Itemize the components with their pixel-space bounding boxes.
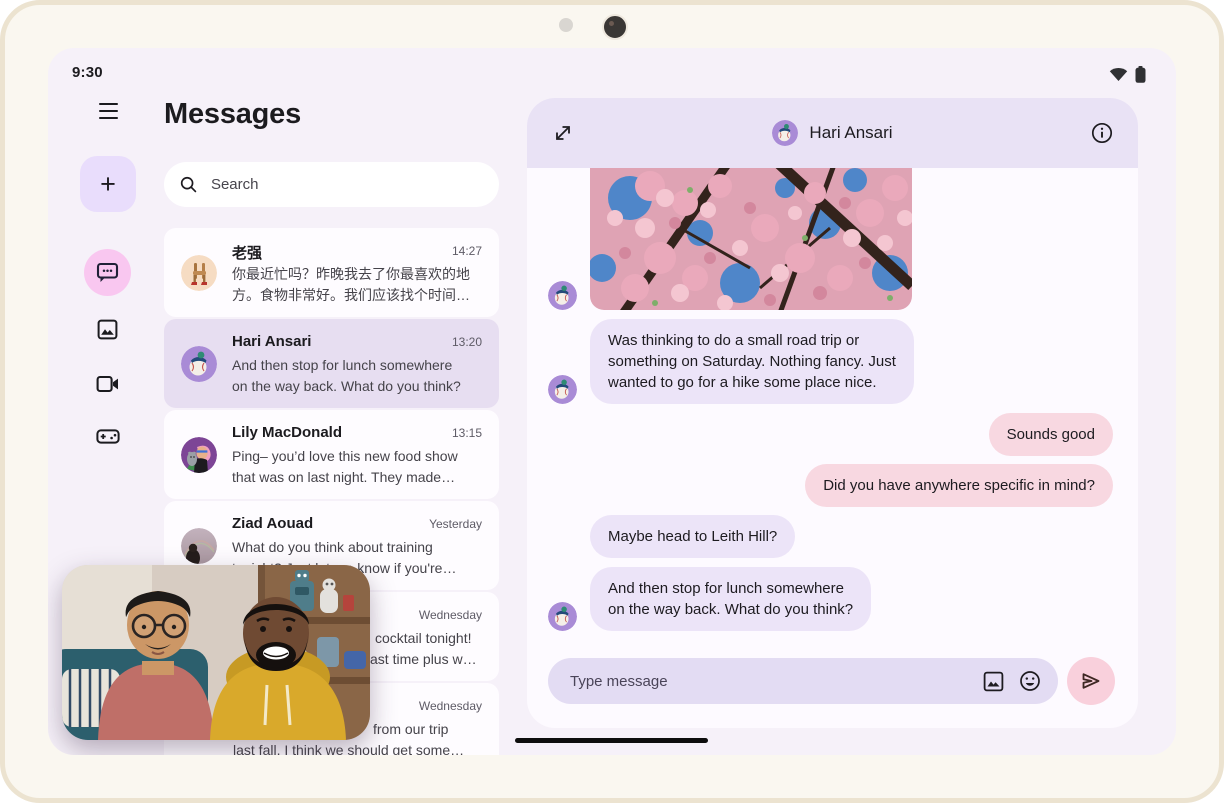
message-row-incoming: Maybe head to Leith Hill? [548,515,1113,558]
screenshot-root: { "status_bar": { "time": "9:30", "icons… [0,0,1224,803]
attach-image-button[interactable] [981,669,1005,693]
sidebar-item-photos[interactable] [84,306,131,353]
conversation-time: 13:15 [452,426,482,440]
conversation-item-laoqiang[interactable]: 老强 14:27 你最近忙吗？昨晚我去了你最喜欢的地 方。食物非常好。我们应该找… [164,228,499,317]
open-in-full-icon[interactable] [552,122,574,144]
avatar-lily [181,437,217,473]
message-bubble[interactable]: Sounds good [989,413,1113,456]
page-title: Messages [164,98,301,131]
message-list: Was thinking to do a small road trip or … [527,168,1138,648]
chat-pane: Hari Ansari [527,98,1138,728]
conversation-preview: 你最近忙吗？昨晚我去了你最喜欢的地 方。食物非常好。我们应该找个时间… [232,264,484,306]
message-row-outgoing: Did you have anywhere specific in mind? [548,464,1113,507]
menu-icon[interactable] [99,103,118,119]
conversation-time: Yesterday [429,517,482,531]
conversation-time: 14:27 [452,244,482,258]
conversation-preview-fragment: from our trip [373,719,448,740]
status-icons [1109,66,1146,83]
message-bubble[interactable]: And then stop for lunch somewhere on the… [590,567,871,631]
message-bubble[interactable]: Did you have anywhere specific in mind? [805,464,1113,507]
message-bubble[interactable]: Was thinking to do a small road trip or … [590,319,914,404]
conversation-preview: Ping– you’d love this new food show that… [232,446,484,488]
conversation-item-hari-ansari[interactable]: Hari Ansari 13:20 And then stop for lunc… [164,319,499,408]
send-button[interactable] [1067,657,1115,705]
search-icon [180,175,197,194]
battery-icon [1135,66,1146,83]
conversation-name: Hari Ansari [232,333,311,350]
search-bar[interactable] [164,162,499,207]
wifi-icon [1109,67,1128,82]
conversation-preview-fragment: ast time plus w… [370,649,477,670]
conversation-name: Ziad Aouad [232,515,313,532]
message-row-outgoing: Sounds good [548,413,1113,456]
message-row-image [548,168,1113,310]
message-input-pill[interactable] [548,658,1058,704]
plus-icon: + [100,169,116,200]
chat-header: Hari Ansari [527,98,1138,168]
light-sensor [559,18,573,32]
photo-message-cherry-blossoms[interactable] [590,168,912,310]
search-input[interactable] [209,175,483,194]
avatar-baseball [548,375,577,404]
screen: 9:30 + [48,48,1176,755]
emoji-icon [1019,670,1041,692]
sidebar-item-chats[interactable] [84,249,131,296]
conversation-time: Wednesday [419,608,482,622]
conversation-name: Lily MacDonald [232,424,342,441]
front-camera [602,14,628,40]
avatar-baseball [548,602,577,631]
conversation-preview-fragment: last fall. I think we should get some… [233,740,464,755]
chat-bubble-icon [96,262,119,283]
chat-contact-name: Hari Ansari [809,123,892,143]
message-input[interactable] [568,672,968,691]
avatar-baseball [772,120,798,146]
message-bubble[interactable]: Maybe head to Leith Hill? [590,515,795,558]
avatar-baseball [548,281,577,310]
conversation-preview: And then stop for lunch somewhere on the… [232,355,484,397]
info-icon[interactable] [1090,121,1114,145]
image-icon [983,671,1004,692]
image-icon [97,319,118,340]
avatar-ziad [181,528,217,564]
gamepad-icon [96,429,120,444]
gesture-navigation-bar[interactable] [515,738,708,743]
compose-bar [548,657,1115,705]
conversation-time: 13:20 [452,335,482,349]
emoji-button[interactable] [1018,669,1042,693]
chat-contact[interactable]: Hari Ansari [772,120,892,146]
video-call-pip[interactable] [62,565,370,740]
conversation-time: Wednesday [419,699,482,713]
avatar-baseball [181,346,217,382]
message-row-incoming: And then stop for lunch somewhere on the… [548,567,1113,631]
sidebar-item-video[interactable] [84,360,131,407]
conversation-name: 老强 [232,242,262,263]
sidebar-item-games[interactable] [84,413,131,460]
avatar-chair [181,255,217,291]
conversation-item-lily-macdonald[interactable]: Lily MacDonald 13:15 Ping– you’d love th… [164,410,499,499]
conversation-preview-fragment: cocktail tonight! [375,628,472,649]
start-chat-button[interactable]: + [80,156,136,212]
message-row-incoming: Was thinking to do a small road trip or … [548,319,1113,404]
videocam-icon [96,375,120,393]
send-icon [1079,669,1103,693]
